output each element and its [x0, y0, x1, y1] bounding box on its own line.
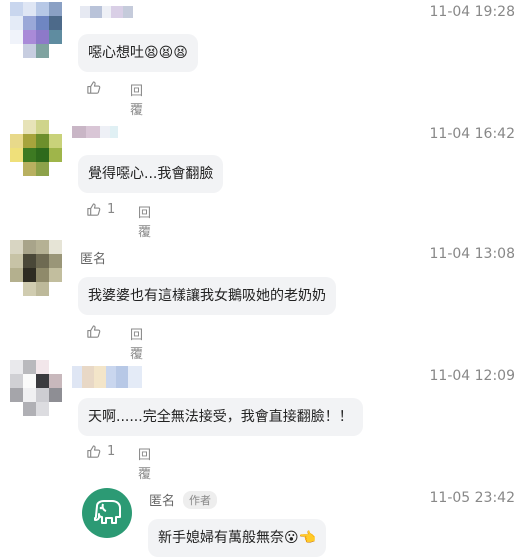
- reply-button[interactable]: 回覆: [130, 80, 143, 118]
- avatar[interactable]: [10, 240, 62, 300]
- thumbs-up-icon: [87, 81, 101, 94]
- like-button[interactable]: 1: [86, 202, 115, 217]
- thumbs-up-icon: [87, 203, 101, 216]
- user-name[interactable]: 匿名: [149, 494, 175, 509]
- comment-item: 匿名 11-04 13:08 我婆婆也有這樣讓我女鵝吸她的老奶奶 回覆: [0, 238, 529, 362]
- comment-time: 11-04 13:08: [429, 246, 515, 262]
- like-button[interactable]: [86, 80, 107, 95]
- comment-text: 天啊......完全無法接受，我會直接翻臉！！: [78, 398, 363, 436]
- avatar[interactable]: [10, 2, 62, 62]
- like-button[interactable]: [86, 324, 107, 339]
- comment-time: 11-04 12:09: [429, 368, 515, 384]
- comment-text: 覺得噁心...我會翻臉: [78, 155, 224, 193]
- user-name[interactable]: 匿名: [80, 248, 106, 267]
- comment-actions: 回覆: [86, 80, 143, 118]
- comment-item: 11-04 19:28 噁心想吐😫😫😫 回覆: [0, 0, 529, 118]
- comment-item: 11-04 16:42 覺得噁心...我會翻臉 1 回覆: [0, 118, 529, 240]
- thumbs-up-icon: [87, 445, 101, 458]
- comment-item: 11-04 12:09 天啊......完全無法接受，我會直接翻臉！！ 1 回覆: [0, 358, 529, 482]
- thumbs-up-icon: [87, 325, 101, 338]
- comment-actions: 回覆: [86, 324, 143, 362]
- like-button[interactable]: 1: [86, 444, 115, 459]
- comment-time: 11-04 19:28: [429, 4, 515, 20]
- like-count: 1: [107, 444, 116, 459]
- comment-actions: 1 回覆: [86, 444, 151, 482]
- author-reply: 匿名 作者 11-05 23:42 新手媳婦有萬般無奈😮👈: [0, 480, 529, 559]
- user-name[interactable]: [72, 366, 142, 388]
- reply-button[interactable]: 回覆: [138, 444, 151, 482]
- avatar[interactable]: [82, 488, 132, 538]
- avatar[interactable]: [10, 360, 62, 420]
- comment-text: 噁心想吐😫😫😫: [78, 34, 198, 72]
- comment-text: 新手媳婦有萬般無奈😮👈: [148, 519, 327, 557]
- author-badge: 作者: [183, 491, 218, 509]
- comment-time: 11-04 16:42: [429, 126, 515, 142]
- reply-button[interactable]: 回覆: [130, 324, 143, 362]
- like-count: 1: [107, 202, 116, 217]
- avatar[interactable]: [10, 120, 62, 180]
- reply-button[interactable]: 回覆: [138, 202, 151, 240]
- comment-text: 我婆婆也有這樣讓我女鵝吸她的老奶奶: [78, 277, 336, 315]
- user-name[interactable]: [72, 126, 118, 138]
- comment-actions: 1 回覆: [86, 202, 151, 240]
- user-name[interactable]: [80, 6, 133, 18]
- comment-time: 11-05 23:42: [429, 490, 515, 506]
- elephant-icon: [94, 500, 121, 524]
- author-name: 匿名 作者: [149, 490, 218, 509]
